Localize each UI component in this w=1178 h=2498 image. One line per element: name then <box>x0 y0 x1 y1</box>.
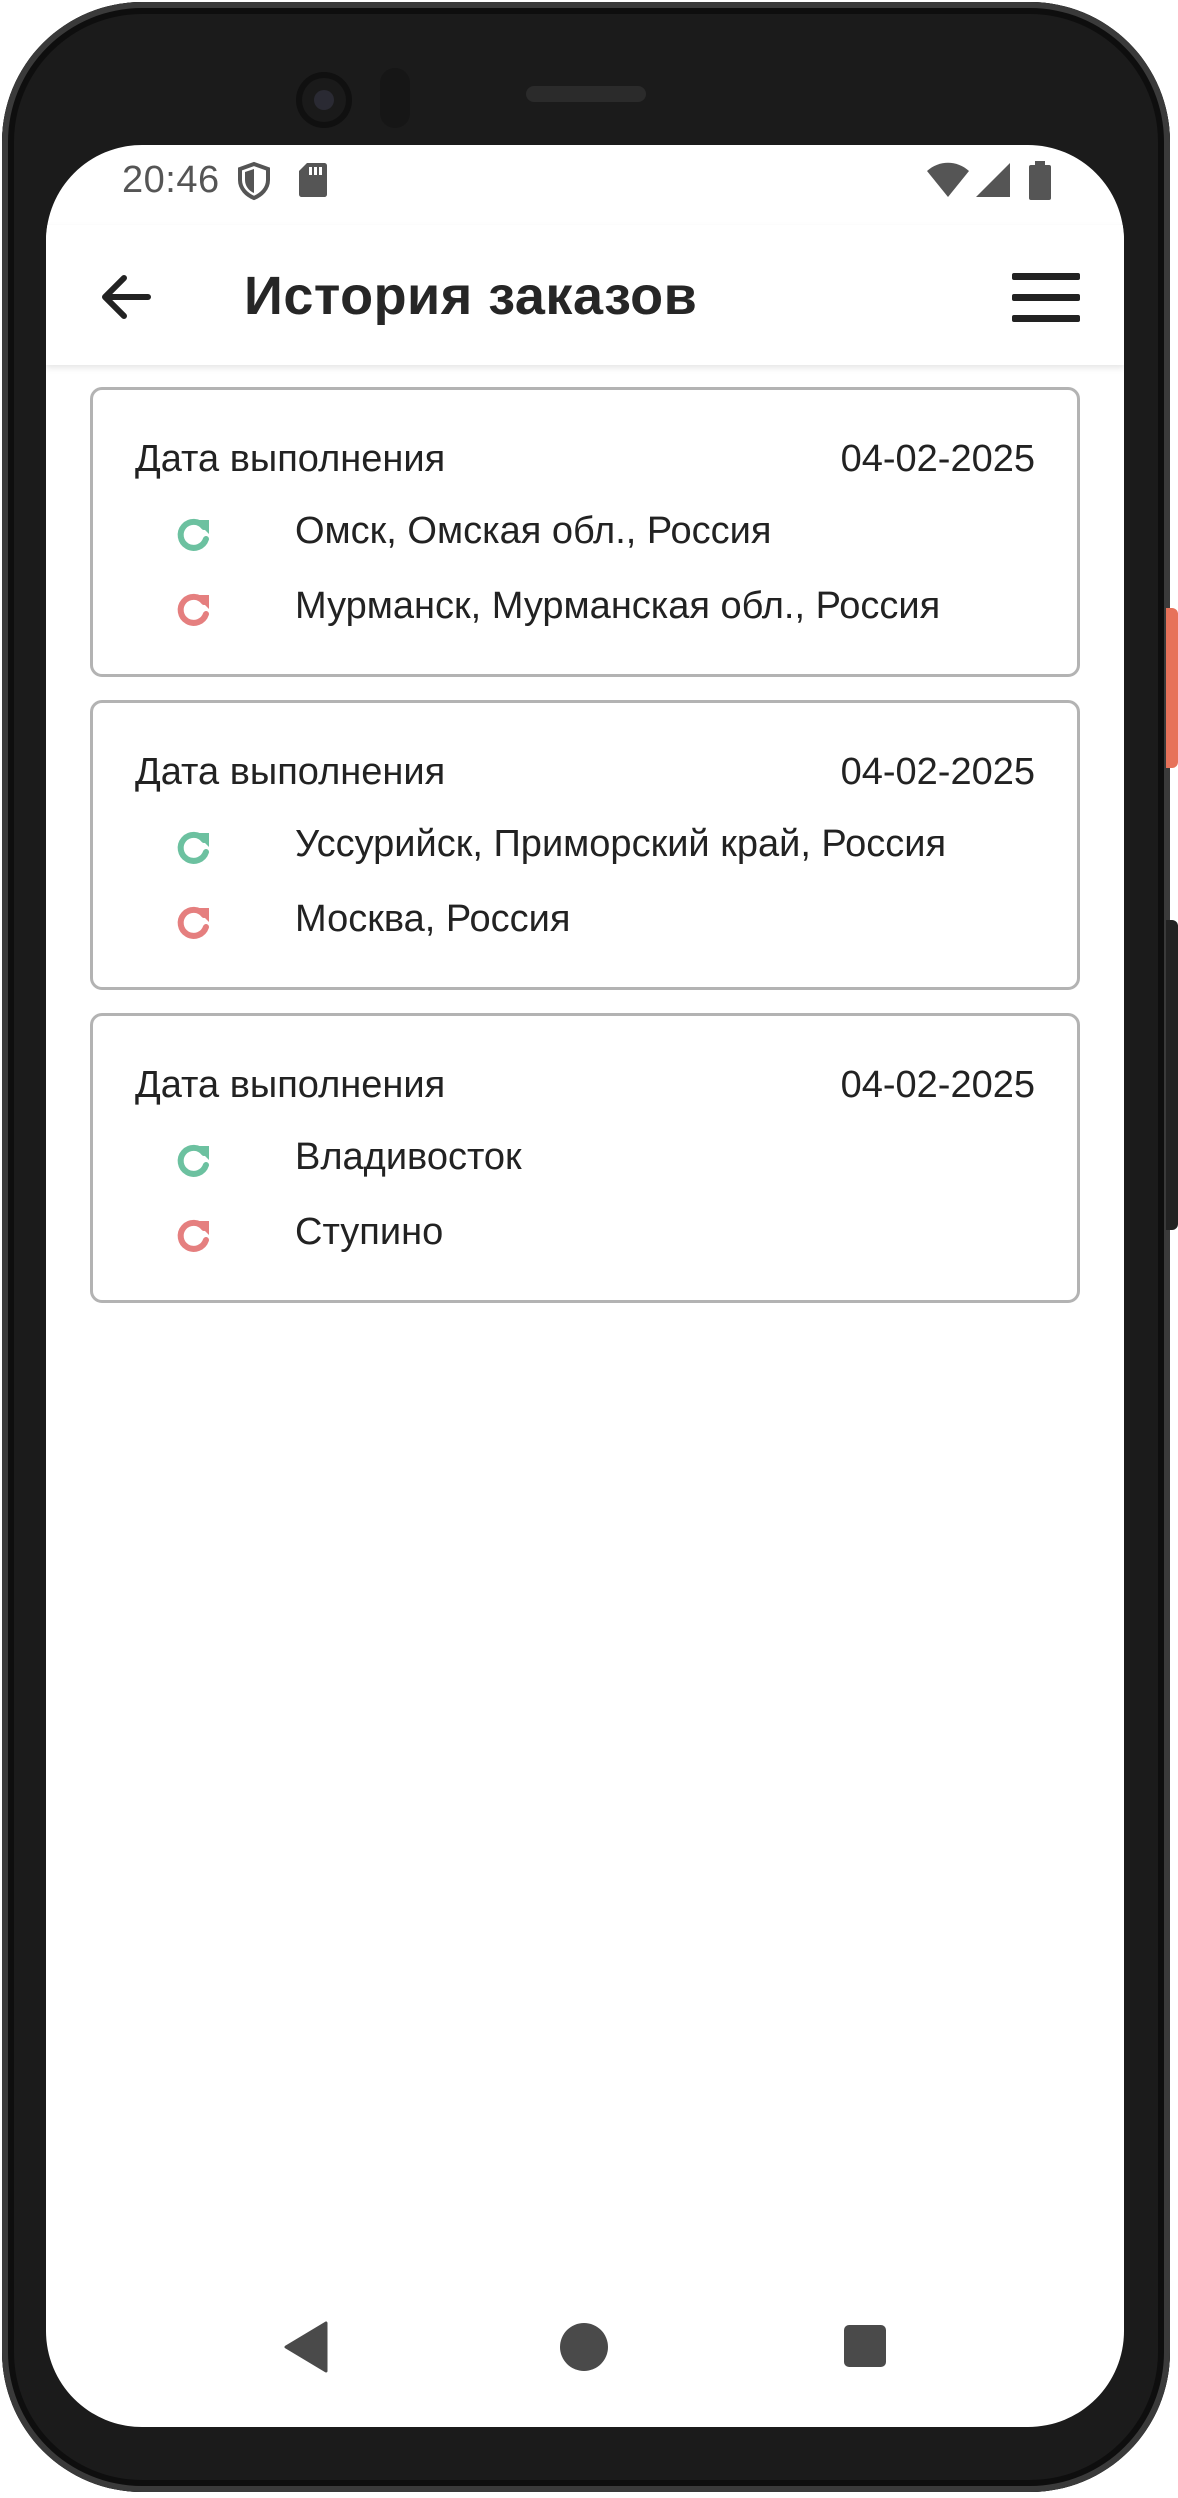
from-address: Владивосток <box>295 1136 522 1178</box>
from-address: Омск, Омская обл., Россия <box>295 510 772 552</box>
order-card[interactable]: Дата выполнения 04-02-2025 Владивосток С… <box>90 1013 1080 1303</box>
refresh-icon <box>177 518 209 551</box>
earpiece-speaker <box>526 86 646 102</box>
back-button[interactable] <box>90 261 162 333</box>
date-label: Дата выполнения <box>135 438 446 480</box>
home-circle-icon[interactable] <box>558 2321 610 2373</box>
volume-button <box>1166 920 1178 1230</box>
front-camera <box>296 72 352 128</box>
refresh-icon <box>177 1144 209 1177</box>
order-date: 04-02-2025 <box>840 1064 1035 1106</box>
sd-card-icon <box>299 163 327 197</box>
arrow-left-icon <box>102 275 151 319</box>
order-card[interactable]: Дата выполнения 04-02-2025 Уссурийск, Пр… <box>90 700 1080 990</box>
signal-icon <box>976 163 1010 197</box>
system-nav-bar <box>46 2295 1124 2395</box>
refresh-icon <box>177 906 209 939</box>
app-bar: История заказов <box>46 225 1124 365</box>
orders-list: Дата выполнения 04-02-2025 Омск, Омская … <box>90 387 1080 1326</box>
refresh-icon <box>177 831 209 864</box>
date-label: Дата выполнения <box>135 751 446 793</box>
wifi-icon <box>927 162 969 197</box>
battery-icon <box>1029 161 1051 200</box>
refresh-icon <box>177 593 209 626</box>
shield-icon <box>238 161 270 201</box>
status-bar: 20:46 <box>46 145 1124 225</box>
proximity-sensor <box>380 68 410 128</box>
to-address: Москва, Россия <box>295 898 571 940</box>
order-card[interactable]: Дата выполнения 04-02-2025 Омск, Омская … <box>90 387 1080 677</box>
screen: 20:46 История заказов Дата выполнения 04… <box>46 145 1124 2427</box>
hamburger-menu-icon <box>1012 273 1080 322</box>
date-label: Дата выполнения <box>135 1064 446 1106</box>
to-address: Мурманск, Мурманская обл., Россия <box>295 585 941 627</box>
from-address: Уссурийск, Приморский край, Россия <box>295 823 947 865</box>
order-date: 04-02-2025 <box>840 751 1035 793</box>
recents-square-icon[interactable] <box>842 2323 888 2369</box>
order-date: 04-02-2025 <box>840 438 1035 480</box>
power-button <box>1166 608 1178 768</box>
refresh-icon <box>177 1219 209 1252</box>
back-triangle-icon[interactable] <box>282 2321 330 2373</box>
page-title: История заказов <box>244 266 698 326</box>
to-address: Ступино <box>295 1211 444 1253</box>
status-time: 20:46 <box>122 159 220 201</box>
menu-button[interactable] <box>1006 261 1086 333</box>
